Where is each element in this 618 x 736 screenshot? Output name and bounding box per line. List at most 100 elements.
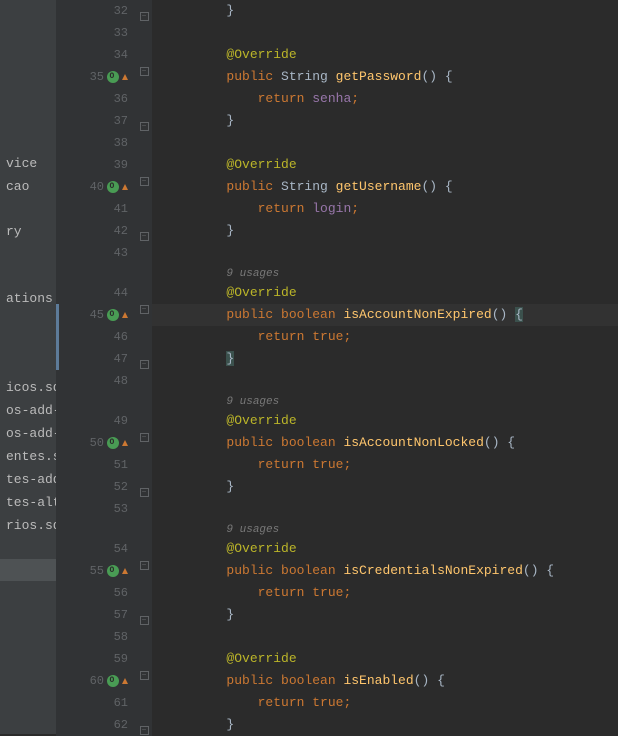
code-line[interactable]: 59 @Override <box>56 648 618 670</box>
fold-toggle[interactable]: − <box>136 110 152 132</box>
sidebar-file-item[interactable]: ry <box>0 220 56 243</box>
code-content[interactable]: public boolean isCredentialsNonExpired()… <box>152 560 554 582</box>
implements-arrow-icon[interactable] <box>122 312 128 318</box>
sidebar-file-item[interactable]: tes-add-c... <box>0 468 56 491</box>
sidebar-file-item[interactable]: tes-altera... <box>0 491 56 514</box>
project-sidebar[interactable]: vicecaoryationsicos.sqlos-add-co...os-ad… <box>0 0 56 734</box>
code-content[interactable]: @Override <box>152 282 297 304</box>
code-content[interactable]: } <box>152 714 234 736</box>
code-content[interactable]: return true; <box>152 326 351 348</box>
code-content[interactable]: @Override <box>152 410 297 432</box>
code-content[interactable] <box>152 242 164 264</box>
code-content[interactable]: return true; <box>152 582 351 604</box>
code-line[interactable]: 32− } <box>56 0 618 22</box>
code-line[interactable]: 58 <box>56 626 618 648</box>
code-line[interactable]: 44 @Override <box>56 282 618 304</box>
fold-toggle[interactable]: − <box>136 304 152 326</box>
fold-toggle[interactable]: − <box>136 0 152 22</box>
code-content[interactable]: @Override <box>152 154 297 176</box>
code-content[interactable]: } <box>152 476 234 498</box>
code-content[interactable]: public String getPassword() { <box>152 66 453 88</box>
fold-toggle[interactable]: − <box>136 348 152 370</box>
code-line[interactable]: 51 return true; <box>56 454 618 476</box>
sidebar-file-item[interactable]: os-add-co... <box>0 422 56 445</box>
sidebar-file-item[interactable]: vice <box>0 152 56 175</box>
sidebar-file-item[interactable] <box>0 354 56 376</box>
code-line[interactable]: 46 return true; <box>56 326 618 348</box>
code-content[interactable]: @Override <box>152 538 297 560</box>
code-content[interactable]: } <box>152 110 234 132</box>
implements-arrow-icon[interactable] <box>122 568 128 574</box>
code-line[interactable]: 62− } <box>56 714 618 736</box>
code-content[interactable]: return true; <box>152 692 351 714</box>
code-content[interactable]: } <box>152 0 234 22</box>
code-content[interactable]: } <box>152 220 234 242</box>
code-content[interactable] <box>152 498 164 520</box>
code-content[interactable]: public boolean isEnabled() { <box>152 670 445 692</box>
implements-arrow-icon[interactable] <box>122 184 128 190</box>
code-line[interactable]: 56 return true; <box>56 582 618 604</box>
code-content[interactable] <box>152 626 164 648</box>
implements-arrow-icon[interactable] <box>122 440 128 446</box>
code-content[interactable] <box>152 370 164 392</box>
code-line[interactable]: 48 <box>56 370 618 392</box>
sidebar-file-item[interactable]: rios.sql <box>0 514 56 537</box>
code-line[interactable]: 53 <box>56 498 618 520</box>
code-line[interactable]: 57− } <box>56 604 618 626</box>
code-line[interactable]: 9 usages <box>56 264 618 282</box>
sidebar-file-item[interactable]: os-add-co... <box>0 399 56 422</box>
sidebar-file-item[interactable]: cao <box>0 175 56 198</box>
sidebar-file-item[interactable]: entes.sql <box>0 445 56 468</box>
fold-toggle[interactable]: − <box>136 176 152 198</box>
code-line[interactable]: 54 @Override <box>56 538 618 560</box>
override-icon[interactable] <box>107 309 119 321</box>
fold-toggle[interactable]: − <box>136 66 152 88</box>
code-content[interactable]: return true; <box>152 454 351 476</box>
code-content[interactable]: } <box>152 604 234 626</box>
code-line[interactable]: 41 return login; <box>56 198 618 220</box>
code-line[interactable]: 34 @Override <box>56 44 618 66</box>
code-line[interactable]: 37− } <box>56 110 618 132</box>
fold-toggle[interactable]: − <box>136 432 152 454</box>
code-line[interactable]: 45− public boolean isAccountNonExpired()… <box>56 304 618 326</box>
code-line[interactable]: 55− public boolean isCredentialsNonExpir… <box>56 560 618 582</box>
fold-toggle[interactable]: − <box>136 714 152 736</box>
code-content[interactable]: return login; <box>152 198 359 220</box>
code-line[interactable]: 9 usages <box>56 392 618 410</box>
code-line[interactable]: 35− public String getPassword() { <box>56 66 618 88</box>
code-line[interactable]: 49 @Override <box>56 410 618 432</box>
override-icon[interactable] <box>107 437 119 449</box>
sidebar-file-item[interactable] <box>0 198 56 220</box>
code-line[interactable]: 43 <box>56 242 618 264</box>
code-line[interactable]: 52− } <box>56 476 618 498</box>
code-content[interactable]: @Override <box>152 44 297 66</box>
code-line[interactable]: 50− public boolean isAccountNonLocked() … <box>56 432 618 454</box>
code-line[interactable]: 39 @Override <box>56 154 618 176</box>
code-content[interactable] <box>152 22 164 44</box>
code-line[interactable]: 47− } <box>56 348 618 370</box>
implements-arrow-icon[interactable] <box>122 74 128 80</box>
fold-toggle[interactable]: − <box>136 670 152 692</box>
code-line[interactable]: 38 <box>56 132 618 154</box>
code-line[interactable]: 60− public boolean isEnabled() { <box>56 670 618 692</box>
code-content[interactable]: 9 usages <box>152 520 279 538</box>
implements-arrow-icon[interactable] <box>122 678 128 684</box>
sidebar-file-item[interactable]: icos.sql <box>0 376 56 399</box>
sidebar-file-item[interactable] <box>0 310 56 332</box>
override-icon[interactable] <box>107 181 119 193</box>
fold-toggle[interactable]: − <box>136 476 152 498</box>
code-line[interactable]: 36 return senha; <box>56 88 618 110</box>
code-content[interactable]: 9 usages <box>152 264 279 282</box>
sidebar-file-item[interactable]: ations <box>0 287 56 310</box>
usages-hint[interactable]: 9 usages <box>226 396 279 408</box>
usages-hint[interactable]: 9 usages <box>226 268 279 280</box>
code-line[interactable]: 61 return true; <box>56 692 618 714</box>
code-line[interactable]: 33 <box>56 22 618 44</box>
code-content[interactable]: public boolean isAccountNonExpired() { <box>152 304 523 326</box>
code-content[interactable] <box>152 132 164 154</box>
sidebar-file-item[interactable] <box>0 332 56 354</box>
usages-hint[interactable]: 9 usages <box>226 524 279 536</box>
fold-toggle[interactable]: − <box>136 220 152 242</box>
fold-toggle[interactable]: − <box>136 604 152 626</box>
fold-toggle[interactable]: − <box>136 560 152 582</box>
